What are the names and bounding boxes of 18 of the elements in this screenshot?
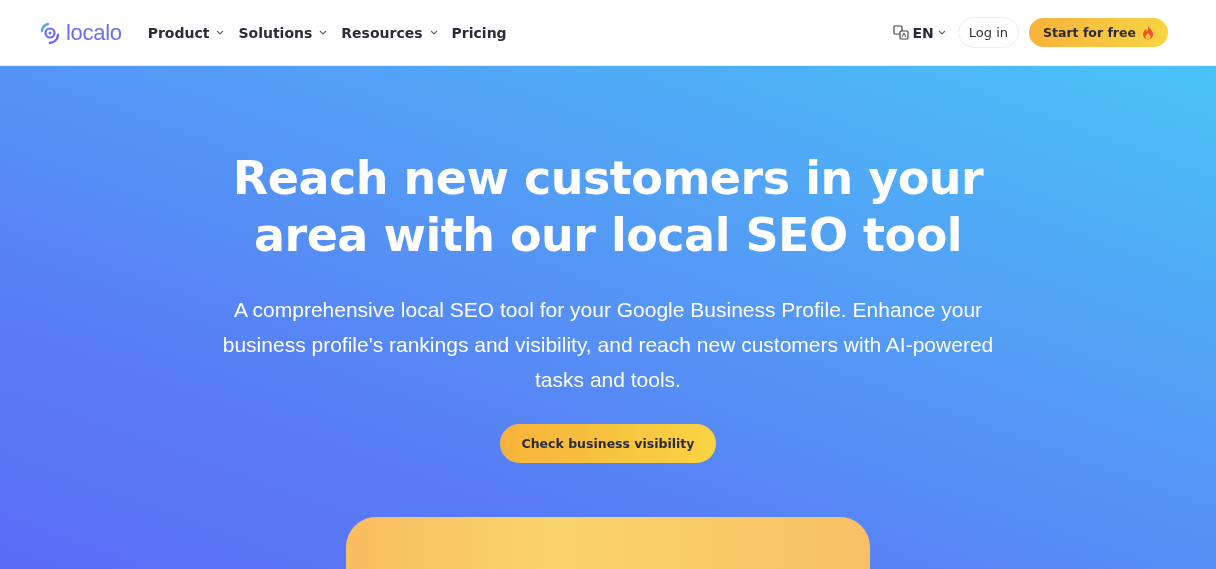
chevron-down-icon bbox=[937, 30, 946, 35]
fire-icon bbox=[1142, 25, 1154, 40]
chevron-down-icon bbox=[429, 30, 438, 35]
start-free-button[interactable]: Start for free bbox=[1029, 18, 1168, 47]
translate-icon bbox=[892, 25, 909, 40]
nav-link[interactable]: Pricing bbox=[451, 24, 507, 41]
login-button[interactable]: Log in bbox=[957, 17, 1019, 48]
language-selector[interactable]: EN bbox=[890, 24, 948, 41]
logo-icon bbox=[38, 20, 62, 45]
check-visibility-button[interactable]: Check business visibility bbox=[499, 424, 717, 463]
logo-wordmark[interactable]: localo bbox=[66, 19, 122, 46]
nav-link[interactable]: Product bbox=[147, 24, 225, 41]
chevron-down-icon bbox=[216, 30, 225, 35]
nav-link[interactable]: Resources bbox=[341, 24, 438, 41]
chevron-down-icon bbox=[319, 30, 328, 35]
hero-subtitle: A comprehensive local SEO tool for your Google Business Profile. Enhance your business profile's rankings and visibility, and reach new customers with AI-powered tasks and tools. bbox=[221, 297, 995, 393]
hero-title: Reach new customers in your area with our local SEO tool bbox=[231, 150, 985, 264]
nav-link[interactable]: Solutions bbox=[238, 24, 328, 41]
